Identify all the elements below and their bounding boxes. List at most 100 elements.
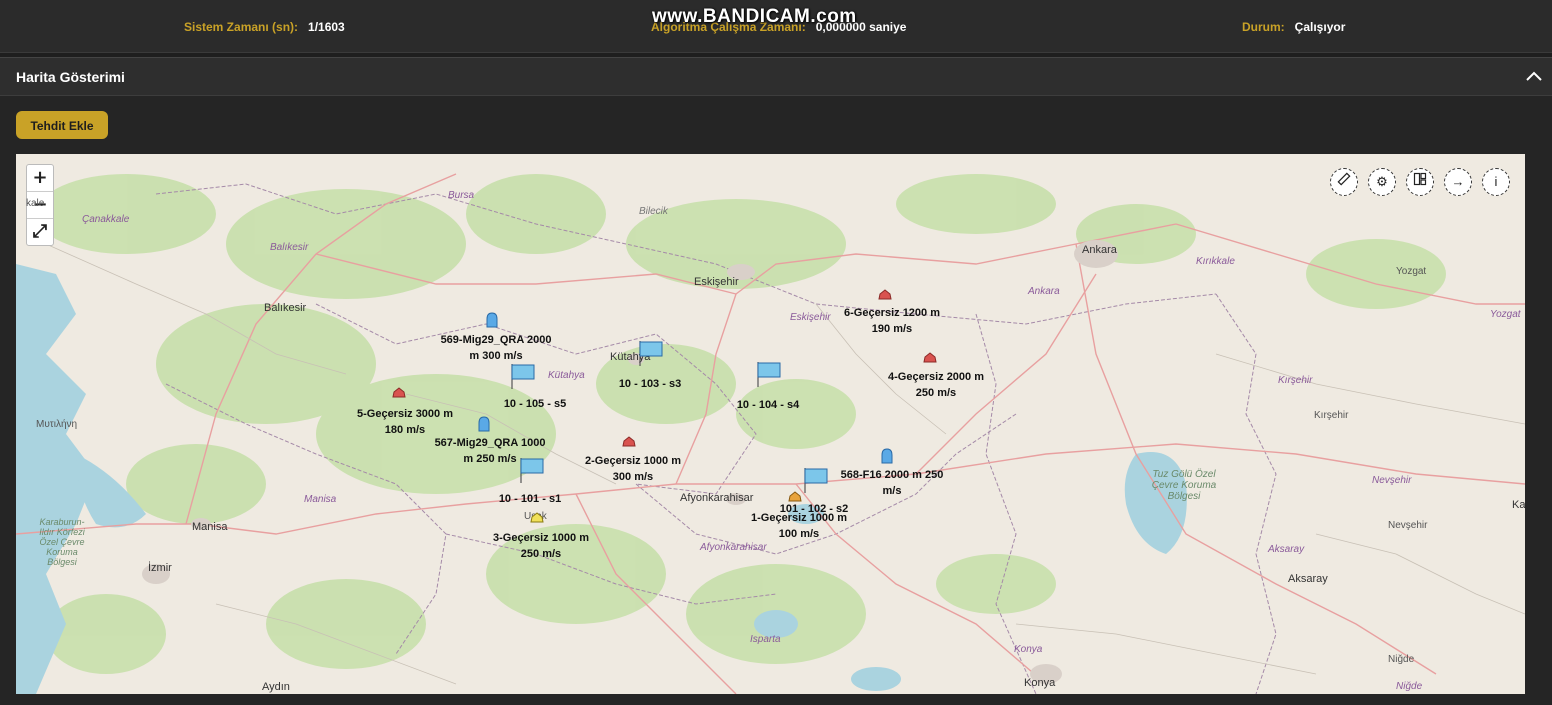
- arrow-right-icon[interactable]: →: [1444, 168, 1472, 196]
- threat-4-label-line1: 4-Geçersiz 2000 m: [887, 371, 985, 383]
- threat-5-label-line2: 180 m/s: [384, 424, 426, 436]
- place-kale: kale: [26, 198, 45, 209]
- place-mytilene: Μυτιλήνη: [36, 419, 78, 430]
- zoom-in-button[interactable]: +: [27, 165, 53, 192]
- place-isparta: Isparta: [750, 634, 781, 645]
- map-base-layer: [16, 173, 1525, 694]
- place-afyonkarahisar-province: Afyonkarahisar: [700, 542, 767, 553]
- threat-1-label-line1: 1-Geçersiz 1000 m: [750, 512, 848, 524]
- place-manisa: Manisa: [192, 521, 228, 533]
- system-time-label: Sistem Zamanı (sn):: [184, 20, 299, 34]
- aircraft-567-label: 567-Mig29_QRA 1000 m 250 m/s: [435, 435, 546, 467]
- aircraft-569-icon[interactable]: [486, 312, 498, 328]
- site-104-icon[interactable]: [756, 360, 782, 388]
- site-105-label: 10 - 105 - s5: [503, 398, 567, 410]
- place-nigde: Niğde: [1388, 654, 1415, 665]
- threat-5-label: 5-Geçersiz 3000 m 180 m/s: [357, 406, 453, 438]
- aircraft-569-label-line2: m 300 m/s: [469, 350, 523, 362]
- threat-2-label-line1: 2-Geçersiz 1000 m: [584, 455, 682, 467]
- place-kirikkale: Kırıkkale: [1196, 256, 1235, 267]
- place-aksaray: Aksaray: [1288, 573, 1328, 585]
- aircraft-567-label-line2: m 250 m/s: [463, 453, 517, 465]
- site-101-label: 10 - 101 - s1: [498, 493, 562, 505]
- place-aksaray-province: Aksaray: [1268, 544, 1305, 555]
- place-konya-province: Konya: [1014, 644, 1043, 655]
- place-yozgat: Yozgat: [1396, 266, 1427, 277]
- place-balikesir: Balıkesir: [264, 302, 307, 314]
- place-ankara-province: Ankara: [1028, 286, 1060, 297]
- recorder-watermark: www.BANDICAM.com: [652, 6, 857, 27]
- panel-title: Harita Gösterimi: [16, 69, 125, 85]
- aircraft-569-label: 569-Mig29_QRA 2000 m 300 m/s: [441, 332, 552, 364]
- status-bar: Sistem Zamanı (sn): 1/1603 Algoritma Çalı…: [0, 0, 1552, 53]
- threat-2-icon[interactable]: [622, 436, 636, 448]
- system-time: Sistem Zamanı (sn): 1/1603: [184, 20, 345, 34]
- place-izmir: İzmir: [148, 562, 172, 574]
- place-bilecik: Bilecik: [639, 206, 668, 217]
- aircraft-567-label-line1: 567-Mig29_QRA 1000: [434, 437, 546, 449]
- place-kutahya-province: Kütahya: [548, 370, 585, 381]
- threat-5-icon[interactable]: [392, 387, 406, 399]
- place-ka: Ka: [1512, 499, 1525, 511]
- place-aydin: Aydın: [262, 681, 290, 693]
- threat-1-label-line2: 100 m/s: [778, 528, 820, 540]
- ruler-glyph: [1337, 172, 1351, 186]
- state-label: Durum:: [1242, 20, 1285, 34]
- place-kirsehir-province: Kırşehir: [1278, 375, 1313, 386]
- aircraft-568-icon[interactable]: [881, 448, 893, 464]
- aircraft-568-label-line2: m/s: [882, 485, 902, 497]
- site-103-label: 10 - 103 - s3: [618, 378, 682, 390]
- panel-header[interactable]: Harita Gösterimi: [0, 58, 1552, 96]
- threat-4-label-line2: 250 m/s: [915, 387, 957, 399]
- threat-5-label-line1: 5-Geçersiz 3000 m: [356, 408, 454, 420]
- place-nevsehir: Nevşehir: [1388, 520, 1428, 531]
- threat-2-label: 2-Geçersiz 1000 m 300 m/s: [585, 453, 681, 485]
- place-eskisehir: Eskişehir: [694, 276, 739, 288]
- threat-3-label: 3-Geçersiz 1000 m 250 m/s: [493, 530, 589, 562]
- aircraft-568-label-line1: 568-F16 2000 m 250: [840, 469, 944, 481]
- fullscreen-button[interactable]: ⤢: [27, 219, 53, 245]
- threat-6-label-line1: 6-Geçersiz 1200 m: [843, 307, 941, 319]
- place-kirsehir: Kırşehir: [1314, 410, 1349, 421]
- chevron-up-icon[interactable]: [1524, 66, 1544, 86]
- threat-6-label-line2: 190 m/s: [871, 323, 913, 335]
- site-102-icon[interactable]: [803, 466, 829, 494]
- place-nevsehir-province: Nevşehir: [1372, 475, 1412, 486]
- place-konya: Konya: [1024, 677, 1056, 689]
- place-manisa-province: Manisa: [304, 494, 337, 505]
- place-yozgat-province: Yozgat: [1490, 309, 1521, 320]
- map-panel: Harita Gösterimi Tehdit Ekle + − ⤢ ⚙ → i…: [0, 57, 1552, 705]
- site-103-icon[interactable]: [638, 339, 664, 367]
- threat-4-icon[interactable]: [923, 352, 937, 364]
- threat-3-icon[interactable]: [530, 512, 544, 524]
- ruler-icon[interactable]: [1330, 168, 1358, 196]
- layers-icon[interactable]: [1406, 168, 1434, 196]
- place-balikesir-province: Balıkesir: [270, 242, 309, 253]
- place-karaburun: Karaburun-Ildır Körfezi Özel Çevre Korum…: [39, 517, 85, 567]
- state: Durum: Çalışıyor: [1242, 20, 1345, 34]
- layers-glyph: [1413, 172, 1427, 186]
- aircraft-568-label: 568-F16 2000 m 250 m/s: [841, 467, 944, 499]
- place-nigde-province: Niğde: [1396, 681, 1423, 692]
- place-bursa: Bursa: [448, 190, 475, 201]
- add-threat-button[interactable]: Tehdit Ekle: [16, 111, 108, 139]
- threat-1-label: 1-Geçersiz 1000 m 100 m/s: [751, 510, 847, 542]
- state-value: Çalışıyor: [1294, 20, 1346, 34]
- threat-6-label: 6-Geçersiz 1200 m 190 m/s: [844, 305, 940, 337]
- threat-6-icon[interactable]: [878, 289, 892, 301]
- map-view[interactable]: + − ⤢ ⚙ → i kale Çanakkale Bursa Bilecik…: [16, 154, 1525, 694]
- place-canakkale: Çanakkale: [82, 214, 130, 225]
- threat-2-label-line2: 300 m/s: [612, 471, 654, 483]
- system-time-value: 1/1603: [308, 20, 345, 34]
- aircraft-569-label-line1: 569-Mig29_QRA 2000: [440, 334, 552, 346]
- place-eskisehir-province: Eskişehir: [790, 312, 831, 323]
- aircraft-567-icon[interactable]: [478, 416, 490, 432]
- info-icon[interactable]: i: [1482, 168, 1510, 196]
- site-104-label: 10 - 104 - s4: [736, 399, 800, 411]
- place-ankara: Ankara: [1082, 244, 1117, 256]
- threat-3-label-line2: 250 m/s: [520, 548, 562, 560]
- settings-icon[interactable]: ⚙: [1368, 168, 1396, 196]
- threat-3-label-line1: 3-Geçersiz 1000 m: [492, 532, 590, 544]
- threat-4-label: 4-Geçersiz 2000 m 250 m/s: [888, 369, 984, 401]
- site-105-icon[interactable]: [510, 362, 536, 390]
